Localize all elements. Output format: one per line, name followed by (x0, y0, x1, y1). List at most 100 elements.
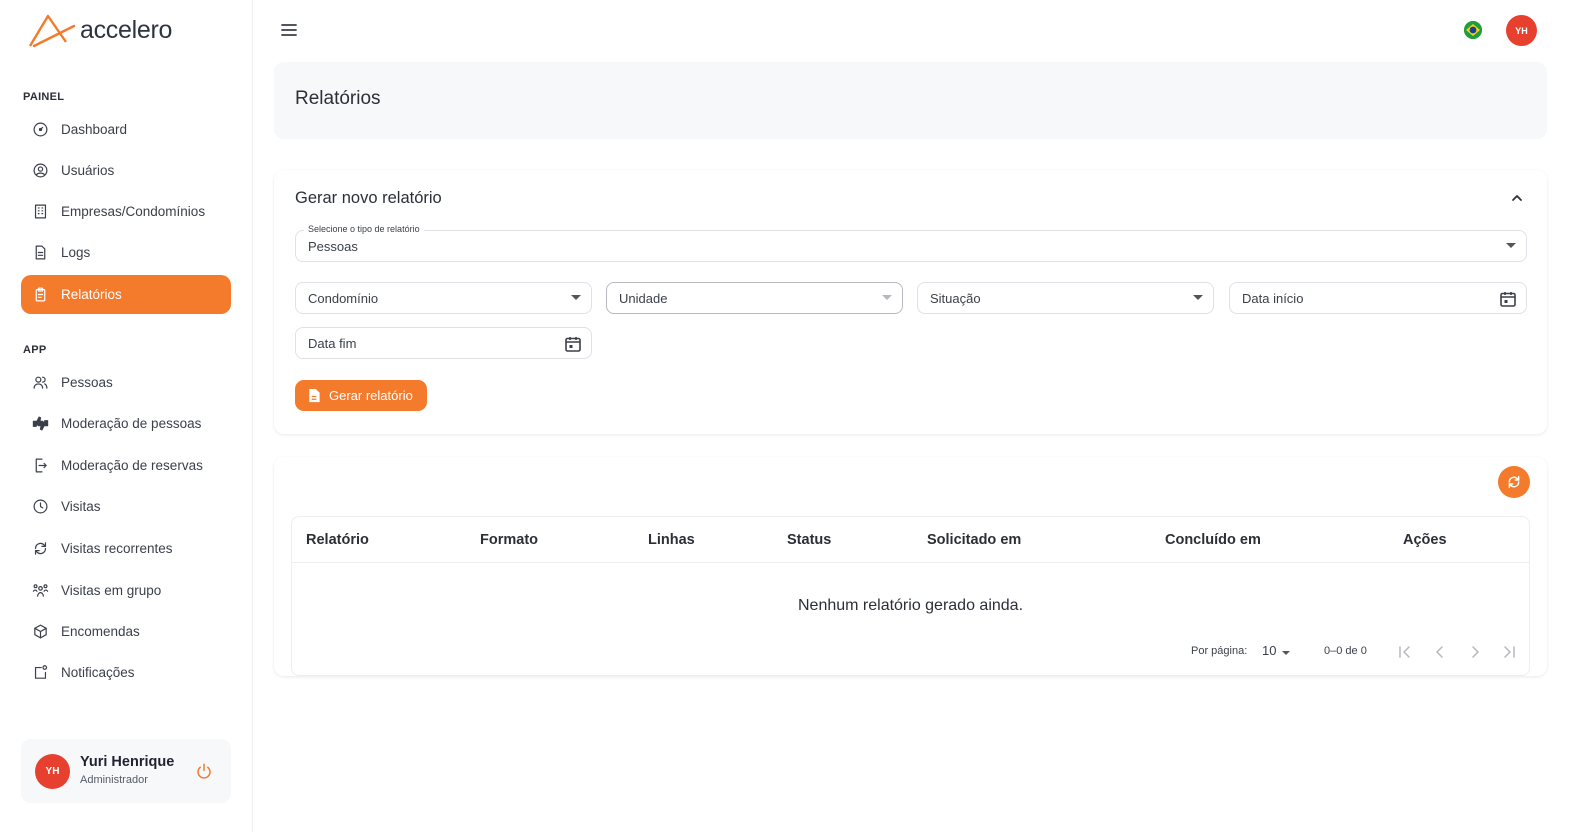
column-header[interactable]: Status (787, 532, 831, 548)
brand-name: accelero (80, 15, 173, 44)
notification-icon (31, 664, 49, 682)
column-header[interactable]: Formato (480, 532, 538, 548)
column-header[interactable]: Linhas (648, 532, 695, 548)
document-icon (31, 244, 49, 262)
data-inicio-field[interactable]: Data início (1229, 282, 1527, 314)
recurring-arrows-icon (31, 540, 49, 558)
rows-per-page-select[interactable]: 10 (1262, 643, 1276, 658)
calendar-icon[interactable] (564, 335, 582, 353)
sidebar-item-label: Logs (61, 245, 91, 260)
avatar[interactable]: YH (35, 754, 70, 789)
first-page-icon[interactable] (1398, 645, 1412, 659)
sidebar: accelero PAINEL Dashboard Usuários Empre… (0, 0, 253, 832)
report-type-select[interactable]: Selecione o tipo de relatório Pessoas (295, 224, 1527, 262)
column-header[interactable]: Concluído em (1165, 532, 1261, 548)
reports-table-card: Relatório Formato Linhas Status Solicita… (274, 457, 1547, 676)
next-page-icon[interactable] (1468, 645, 1482, 659)
sidebar-item-logs[interactable]: Logs (21, 233, 231, 272)
column-header: Ações (1403, 532, 1447, 548)
pagination-range: 0–0 de 0 (1324, 645, 1367, 657)
column-header[interactable]: Relatório (306, 532, 369, 548)
logo[interactable]: accelero (28, 12, 172, 48)
condominio-select[interactable]: Condomínio (295, 282, 592, 314)
user-role: Administrador (80, 774, 148, 786)
sidebar-item-label: Visitas em grupo (61, 583, 162, 598)
sidebar-item-usuarios[interactable]: Usuários (21, 151, 231, 190)
page-title: Relatórios (295, 88, 381, 109)
previous-page-icon[interactable] (1433, 645, 1447, 659)
chevron-down-icon[interactable] (1282, 651, 1290, 655)
door-exit-icon (31, 457, 49, 475)
chevron-down-icon (1193, 295, 1203, 300)
sidebar-item-label: Encomendas (61, 624, 140, 639)
sidebar-item-relatorios[interactable]: Relatórios (21, 275, 231, 314)
data-fim-placeholder: Data fim (308, 335, 357, 351)
sidebar-item-label: Moderação de pessoas (61, 416, 202, 431)
sidebar-item-label: Relatórios (61, 287, 122, 302)
sidebar-item-label: Moderação de reservas (61, 458, 203, 473)
generate-report-label: Gerar relatório (329, 388, 413, 403)
sidebar-item-label: Notificações (61, 665, 135, 680)
sidebar-item-visitas[interactable]: Visitas (21, 487, 231, 526)
refresh-icon (1508, 475, 1520, 489)
last-page-icon[interactable] (1502, 645, 1516, 659)
calendar-icon[interactable] (1499, 290, 1517, 308)
sidebar-item-encomendas[interactable]: Encomendas (21, 612, 231, 651)
reports-table: Relatório Formato Linhas Status Solicita… (291, 516, 1530, 676)
condominio-placeholder: Condomínio (308, 290, 379, 306)
brazil-flag-icon[interactable] (1464, 21, 1482, 39)
section-label-app: APP (23, 344, 47, 356)
generate-report-button[interactable]: Gerar relatório (295, 380, 427, 411)
avatar[interactable]: YH (1506, 15, 1537, 46)
sidebar-item-visitas-recorrentes[interactable]: Visitas recorrentes (21, 529, 231, 568)
situacao-select[interactable]: Situação (917, 282, 1214, 314)
sidebar-item-label: Visitas (61, 499, 101, 514)
sidebar-item-label: Pessoas (61, 375, 113, 390)
refresh-button[interactable] (1498, 466, 1530, 498)
sidebar-item-dashboard[interactable]: Dashboard (21, 110, 231, 149)
group-icon (31, 582, 49, 600)
empty-state-message: Nenhum relatório gerado ainda. (797, 597, 1024, 614)
rows-per-page-label: Por página: (1191, 645, 1248, 657)
column-header[interactable]: Solicitado em (927, 532, 1021, 548)
data-inicio-placeholder: Data início (1242, 290, 1304, 306)
gauge-icon (31, 121, 49, 139)
unidade-select[interactable]: Unidade (606, 282, 903, 314)
section-label-painel: PAINEL (23, 91, 65, 103)
clock-icon (31, 498, 49, 516)
people-icon (31, 374, 49, 392)
power-icon[interactable] (195, 762, 213, 780)
sidebar-item-label: Empresas/Condomínios (61, 204, 206, 219)
user-name: Yuri Henrique (80, 754, 175, 770)
chevron-down-icon (1506, 243, 1516, 248)
chevron-down-icon (882, 295, 892, 300)
sidebar-item-visitas-grupo[interactable]: Visitas em grupo (21, 571, 231, 610)
file-icon (309, 388, 320, 403)
sidebar-item-moderacao-pessoas[interactable]: Moderação de pessoas (21, 404, 231, 443)
chevron-down-icon (571, 295, 581, 300)
chevron-up-icon[interactable] (1510, 191, 1524, 205)
sidebar-item-pessoas[interactable]: Pessoas (21, 363, 231, 402)
thumbs-icon (31, 415, 49, 433)
new-report-form: Gerar novo relatório Selecione o tipo de… (274, 170, 1547, 434)
data-fim-field[interactable]: Data fim (295, 327, 592, 359)
user-card: YH Yuri Henrique Administrador (21, 739, 231, 803)
report-type-label: Selecione o tipo de relatório (304, 224, 424, 234)
page-header: Relatórios (274, 62, 1547, 139)
user-circle-icon (31, 162, 49, 180)
sidebar-item-label: Visitas recorrentes (61, 541, 173, 556)
hamburger-menu-icon[interactable] (280, 21, 298, 39)
unidade-placeholder: Unidade (619, 290, 668, 306)
header-divider (292, 562, 1529, 563)
sidebar-item-label: Dashboard (61, 122, 128, 137)
clipboard-icon (31, 286, 49, 304)
sidebar-item-label: Usuários (61, 163, 115, 178)
situacao-placeholder: Situação (930, 290, 981, 306)
form-title: Gerar novo relatório (295, 189, 442, 207)
sidebar-item-notificacoes[interactable]: Notificações (21, 653, 231, 692)
sidebar-item-moderacao-reservas[interactable]: Moderação de reservas (21, 446, 231, 485)
sidebar-item-empresas[interactable]: Empresas/Condomínios (21, 192, 231, 231)
building-icon (31, 203, 49, 221)
report-type-value: Pessoas (308, 238, 358, 254)
accelero-logo-icon (28, 14, 76, 48)
